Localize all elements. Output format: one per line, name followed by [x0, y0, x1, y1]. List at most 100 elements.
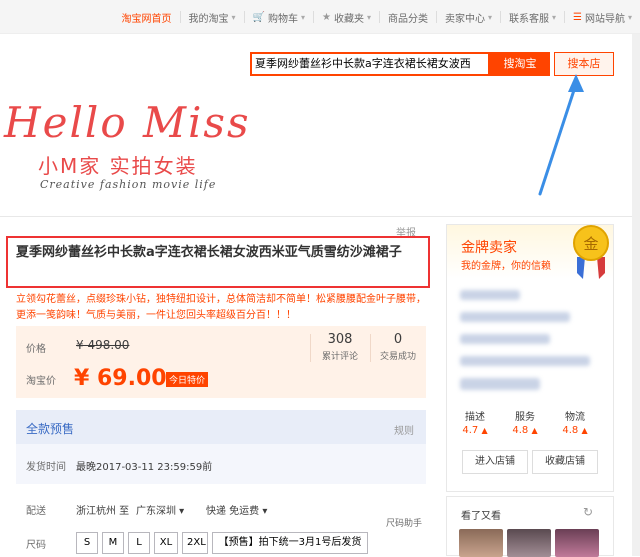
size-label: 尺码 — [26, 540, 46, 551]
chevron-down-icon: ▾ — [627, 12, 632, 22]
chevron-down-icon: ▾ — [366, 12, 371, 22]
product-title: 夏季网纱蕾丝衫中长款a字连衣裙长裙女波西米亚气质雪纺沙滩裙子 — [16, 245, 402, 260]
rating-value: 4.7 ▲ — [456, 425, 494, 436]
annotation-arrow-icon — [538, 74, 584, 196]
nav-seller-center[interactable]: 卖家中心 ▾ — [437, 10, 500, 25]
price-label: 价格 — [26, 344, 46, 355]
seller-badge-title: 金牌卖家 — [461, 240, 517, 256]
seller-badge-subtitle: 我的金牌，你的信赖 — [461, 261, 551, 272]
presale-title: 全款预售 — [26, 422, 75, 436]
arrow-up-icon: ▲ — [481, 426, 488, 435]
nav-customer-service[interactable]: 联系客服 ▾ — [501, 10, 564, 25]
reviews-label: 累计评论 — [321, 352, 358, 362]
favorite-shop-button[interactable]: 收藏店铺 — [532, 450, 598, 474]
gold-medal-icon: 金 — [573, 225, 609, 279]
refresh-icon[interactable]: ↻ — [583, 505, 593, 519]
menu-icon: ☰ — [573, 11, 582, 23]
recommended-thumbnail[interactable] — [459, 529, 503, 557]
search-input[interactable]: 夏季网纱蕾丝衫中长款a字连衣裙长裙女波西 — [250, 52, 490, 76]
ship-time-label: 发货时间 — [26, 462, 66, 473]
rating-label: 服务 — [515, 412, 535, 423]
delivery-label: 配送 — [26, 506, 46, 517]
chevron-down-icon: ▾ — [300, 12, 305, 22]
delivery-from: 浙江杭州 至 — [76, 506, 130, 517]
blurred-shop-info — [460, 312, 570, 322]
size-helper-link[interactable]: 尺码助手 — [386, 516, 422, 529]
presale-panel: 全款预售 规则 发货时间 最晚2017-03-11 23:59:59前 — [16, 410, 426, 484]
today-special-badge: 今日特价 — [166, 372, 209, 387]
nav-label: 收藏夹 — [333, 13, 364, 25]
nav-cart[interactable]: 🛒 购物车 ▾ — [245, 10, 313, 25]
recommended-title: 看了又看 — [461, 511, 501, 522]
medal-glyph: 金 — [583, 235, 598, 253]
rating-number: 4.8 — [512, 425, 529, 436]
size-option-xl[interactable]: XL — [154, 532, 178, 554]
nav-categories[interactable]: 商品分类 — [380, 10, 436, 25]
sales-stat: 0 交易成功 — [372, 332, 424, 362]
blurred-shop-info — [460, 356, 590, 366]
shop-banner-subtitle: 小M家 实拍女装 — [38, 154, 198, 178]
reviews-stat[interactable]: 308 累计评论 — [314, 332, 366, 362]
blurred-shop-info — [460, 378, 540, 390]
enter-shop-button[interactable]: 进入店铺 — [462, 450, 528, 474]
nav-label: 卖家中心 — [444, 13, 485, 25]
rating-logistics: 物流 4.8 ▲ — [556, 408, 594, 436]
original-price: ¥ 498.00 — [76, 338, 130, 352]
top-nav-links: 淘宝网首页 我的淘宝 ▾ 🛒 购物车 ▾ ★ 收藏夹 ▾ 商品分类 卖家中心 ▾ 联系客服 ▾… — [114, 0, 640, 34]
stat-divider — [370, 334, 371, 362]
product-title-highlight: 夏季网纱蕾丝衫中长款a字连衣裙长裙女波西米亚气质雪纺沙滩裙子 — [6, 236, 430, 288]
price-panel: 价格 ¥ 498.00 淘宝价 ¥ 69.00 今日特价 308 累计评论 0 … — [16, 326, 426, 398]
page-scrollbar[interactable] — [632, 34, 640, 556]
nav-label: 联系客服 — [509, 13, 549, 25]
star-icon: ★ — [322, 11, 331, 23]
nav-label: 网站导航 — [584, 13, 625, 25]
nav-my-taobao[interactable]: 我的淘宝 ▾ — [181, 10, 244, 25]
presale-rule-link[interactable]: 规则 — [394, 422, 414, 437]
product-subtitle: 立领勾花蕾丝，点缀珍珠小钻，独特纽扣设计，总体简洁却不简单！松紧腰腰配金叶子腰带… — [16, 294, 426, 321]
taobao-price: ¥ 69.00 — [74, 366, 167, 391]
blurred-shop-info — [460, 334, 550, 344]
arrow-up-icon: ▲ — [531, 426, 538, 435]
delivery-fee-select[interactable]: 快递 免运费 ▾ — [206, 502, 267, 517]
chevron-down-icon: ▾ — [231, 12, 236, 22]
rating-service: 服务 4.8 ▲ — [506, 408, 544, 436]
rating-value: 4.8 ▲ — [556, 425, 594, 436]
delivery-destination-select[interactable]: 广东深圳 ▾ — [136, 502, 184, 517]
nav-taobao-home[interactable]: 淘宝网首页 — [114, 10, 180, 25]
nav-label: 商品分类 — [387, 13, 428, 25]
size-option-s[interactable]: S — [76, 532, 98, 554]
rating-description: 描述 4.7 ▲ — [456, 408, 494, 436]
chevron-down-icon: ▾ — [487, 12, 492, 22]
shop-banner-tagline: Creative fashion movie life — [40, 178, 217, 191]
taobao-price-label: 淘宝价 — [26, 376, 56, 387]
arrow-up-icon: ▲ — [581, 426, 588, 435]
blurred-shop-info — [460, 290, 520, 300]
rating-label: 描述 — [465, 412, 485, 423]
size-option-2xl[interactable]: 2XL — [182, 532, 208, 554]
rating-number: 4.8 — [562, 425, 579, 436]
section-divider — [0, 216, 640, 217]
search-input-value: 夏季网纱蕾丝衫中长款a字连衣裙长裙女波西 — [255, 57, 471, 70]
size-option-l[interactable]: L — [128, 532, 150, 554]
sales-label: 交易成功 — [379, 352, 416, 362]
nav-site-map[interactable]: ☰ 网站导航 ▾ — [565, 10, 640, 25]
size-option-m[interactable]: M — [102, 532, 124, 554]
chevron-down-icon: ▾ — [552, 12, 557, 22]
reviews-count: 308 — [327, 332, 353, 347]
nav-label: 我的淘宝 — [188, 13, 229, 25]
stat-divider — [310, 334, 311, 362]
cart-icon: 🛒 — [252, 11, 265, 23]
shop-banner-title: Hello Miss — [4, 98, 251, 147]
ship-time-value: 最晚2017-03-11 23:59:59前 — [76, 462, 213, 473]
nav-favorites[interactable]: ★ 收藏夹 ▾ — [314, 10, 379, 25]
recommended-panel: 看了又看 ↻ — [446, 496, 614, 557]
sales-count: 0 — [393, 332, 403, 347]
rating-number: 4.7 — [462, 425, 479, 436]
recommended-thumbnail[interactable] — [555, 529, 599, 557]
size-option-presale[interactable]: 【预售】拍下统一3月1号后发货 — [212, 532, 368, 554]
nav-label: 淘宝网首页 — [121, 13, 172, 25]
top-navigation-bar: 淘宝网首页 我的淘宝 ▾ 🛒 购物车 ▾ ★ 收藏夹 ▾ 商品分类 卖家中心 ▾ 联系客服 ▾… — [0, 0, 640, 34]
rating-value: 4.8 ▲ — [506, 425, 544, 436]
nav-label: 购物车 — [267, 13, 298, 25]
recommended-thumbnail[interactable] — [507, 529, 551, 557]
